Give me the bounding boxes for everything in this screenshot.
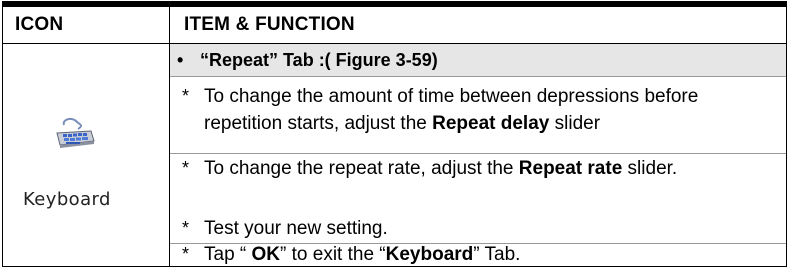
icon-cell: Keyboard: [3, 44, 169, 266]
function-cell: • “Repeat” Tab :( Figure 3-59) * To chan…: [170, 44, 786, 266]
table-header-row: ICON ITEM & FUNCTION: [3, 7, 786, 44]
list-item: * Tap “ OK” to exit the “Keyboard” Tab.: [170, 244, 786, 266]
bullet-marker: •: [177, 50, 184, 70]
item-text: To change the amount of time between dep…: [204, 86, 699, 134]
section-heading-row: • “Repeat” Tab :( Figure 3-59): [170, 44, 786, 77]
header-icon-column: ICON: [15, 14, 64, 35]
list-item: * Test your new setting.: [170, 214, 786, 244]
item-bold-term: Repeat delay: [432, 113, 550, 134]
icon-caption: Keyboard: [23, 189, 111, 210]
item-text: To change the repeat rate, adjust the Re…: [204, 158, 678, 179]
header-item-function-column: ITEM & FUNCTION: [184, 14, 355, 35]
item-bold-term: Repeat rate: [518, 158, 623, 179]
item-bold-term: OK: [251, 244, 281, 265]
list-item: * To change the repeat rate, adjust the …: [170, 154, 786, 214]
section-title: “Repeat” Tab :( Figure 3-59): [200, 50, 438, 70]
settings-table: ICON ITEM & FUNCTION Keyboard • “Repeat”…: [2, 1, 787, 267]
item-marker: *: [182, 244, 190, 264]
item-text: Tap “ OK” to exit the “Keyboard” Tab.: [204, 244, 521, 265]
item-marker: *: [182, 86, 190, 106]
item-text: Test your new setting.: [204, 218, 388, 239]
item-marker: *: [182, 158, 190, 178]
item-marker: *: [182, 218, 190, 238]
item-bold-term: Keyboard: [385, 244, 474, 265]
keyboard-icon: [56, 117, 95, 148]
list-item: * To change the amount of time between d…: [170, 77, 786, 154]
